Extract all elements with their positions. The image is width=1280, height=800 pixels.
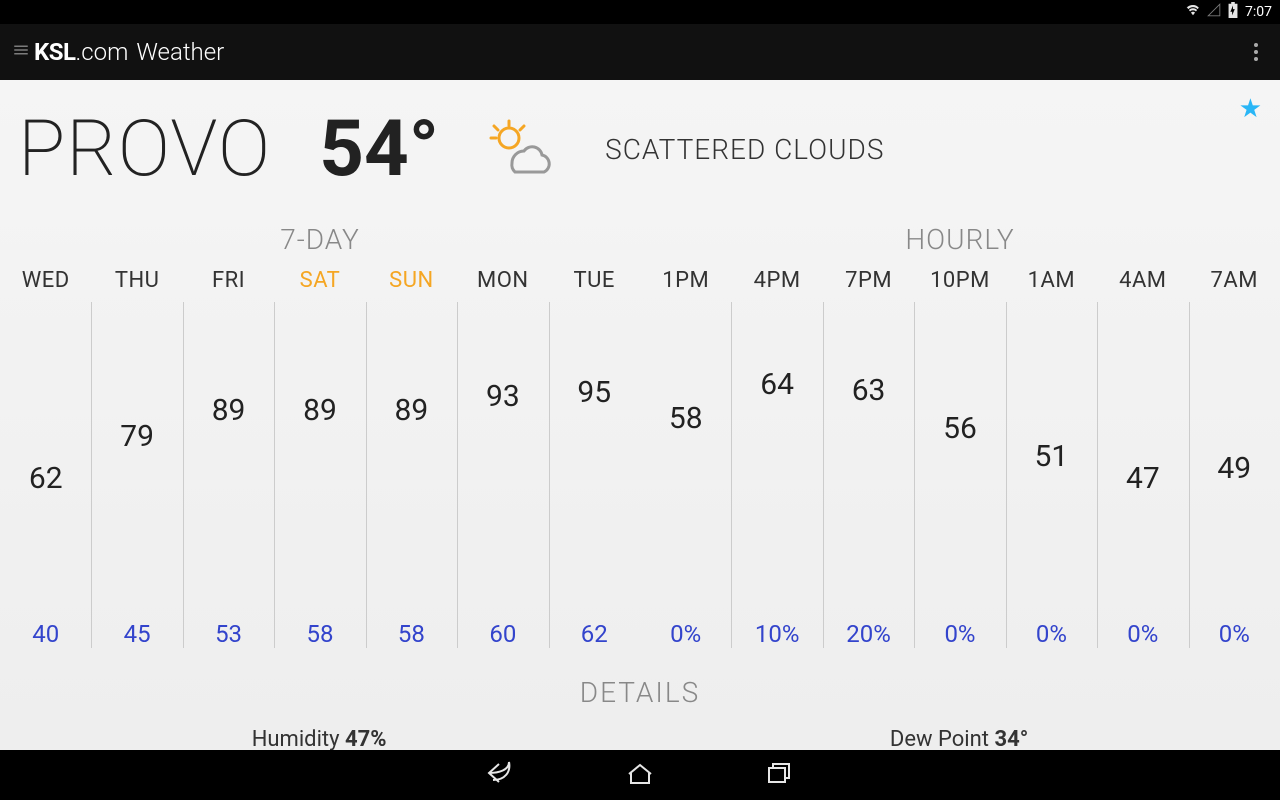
hour-label: 4AM — [1097, 268, 1188, 293]
precip-pct: 0% — [1036, 620, 1067, 648]
hour-temp: 64 — [731, 367, 822, 402]
content-area: ★ PROVO 54° SCATTERED CLOUDS 7-DAY WED 62… — [0, 80, 1280, 750]
hour-column[interactable]: 7PM 63 20% — [823, 268, 914, 648]
hour-temp: 58 — [640, 401, 731, 436]
high-temp: 95 — [549, 375, 640, 410]
precip-pct: 10% — [755, 620, 800, 648]
hour-temp: 63 — [823, 373, 914, 408]
app-bar: KSL.com Weather — [0, 24, 1280, 80]
low-temp: 45 — [124, 620, 151, 648]
day-column[interactable]: WED 62 40 — [0, 268, 91, 648]
hour-column[interactable]: 10PM 56 0% — [914, 268, 1005, 648]
hour-temp: 56 — [914, 411, 1005, 446]
humidity: Humidity 47% — [252, 727, 387, 752]
back-button-icon[interactable] — [485, 760, 515, 790]
hour-label: 1PM — [640, 268, 731, 293]
status-bar: 7:07 — [0, 0, 1280, 24]
condition-text: SCATTERED CLOUDS — [605, 133, 884, 166]
app-title: KSL.com Weather — [34, 38, 224, 66]
hourly-section: HOURLY 1PM580%4PM6410%7PM6320%10PM560%1A… — [640, 223, 1280, 648]
signal-icon — [1207, 3, 1221, 21]
day-label: MON — [457, 268, 548, 293]
hour-label: 7AM — [1189, 268, 1280, 293]
high-temp: 79 — [91, 419, 182, 454]
high-temp: 89 — [183, 393, 274, 428]
day-label: THU — [91, 268, 182, 293]
high-temp: 89 — [366, 393, 457, 428]
details-title: DETAILS — [0, 676, 1280, 709]
hour-column[interactable]: 7AM 49 0% — [1189, 268, 1280, 648]
battery-icon — [1227, 2, 1239, 22]
wifi-icon — [1185, 3, 1201, 21]
high-temp: 93 — [457, 379, 548, 414]
day-column[interactable]: FRI 89 53 — [183, 268, 274, 648]
current-conditions: PROVO 54° SCATTERED CLOUDS — [0, 80, 1280, 223]
seven-day-title: 7-DAY — [0, 223, 640, 256]
hour-label: 4PM — [731, 268, 822, 293]
high-temp: 89 — [274, 393, 365, 428]
favorite-star-icon[interactable]: ★ — [1239, 94, 1262, 124]
low-temp: 58 — [398, 620, 425, 648]
hour-label: 1AM — [1006, 268, 1097, 293]
day-label: SAT — [274, 268, 365, 293]
day-label: WED — [0, 268, 91, 293]
day-column[interactable]: TUE 95 62 — [549, 268, 640, 648]
recent-apps-icon[interactable] — [765, 760, 795, 790]
hour-temp: 49 — [1189, 451, 1280, 486]
hour-column[interactable]: 1PM 58 0% — [640, 268, 731, 648]
precip-pct: 0% — [944, 620, 975, 648]
precip-pct: 0% — [670, 620, 701, 648]
hour-column[interactable]: 1AM 51 0% — [1006, 268, 1097, 648]
day-column[interactable]: SUN 89 58 — [366, 268, 457, 648]
menu-icon[interactable] — [12, 41, 30, 63]
seven-day-section: 7-DAY WED 62 40 THU 79 45 FRI 89 53 SAT 89 58 SUN 89 5… — [0, 223, 640, 648]
low-temp: 62 — [581, 620, 608, 648]
low-temp: 40 — [32, 620, 59, 648]
details-row: Humidity 47% Dew Point 34° — [0, 727, 1280, 752]
day-label: FRI — [183, 268, 274, 293]
low-temp: 58 — [306, 620, 333, 648]
hour-temp: 47 — [1097, 461, 1188, 496]
current-temp: 54° — [319, 104, 439, 195]
day-column[interactable]: SAT 89 58 — [274, 268, 365, 648]
day-label: SUN — [366, 268, 457, 293]
city-name: PROVO — [18, 104, 271, 195]
day-column[interactable]: MON 93 60 — [457, 268, 548, 648]
hour-label: 7PM — [823, 268, 914, 293]
low-temp: 60 — [489, 620, 516, 648]
hourly-title: HOURLY — [640, 223, 1280, 256]
home-button-icon[interactable] — [625, 760, 655, 790]
status-time: 7:07 — [1245, 4, 1272, 20]
hour-column[interactable]: 4PM 64 10% — [731, 268, 822, 648]
hour-label: 10PM — [914, 268, 1005, 293]
precip-pct: 0% — [1127, 620, 1158, 648]
dew-point: Dew Point 34° — [890, 727, 1028, 752]
precip-pct: 20% — [846, 620, 891, 648]
nav-bar — [0, 750, 1280, 800]
high-temp: 62 — [0, 461, 91, 496]
hour-temp: 51 — [1006, 439, 1097, 474]
low-temp: 53 — [215, 620, 242, 648]
day-column[interactable]: THU 79 45 — [91, 268, 182, 648]
hour-column[interactable]: 4AM 47 0% — [1097, 268, 1188, 648]
precip-pct: 0% — [1219, 620, 1250, 648]
overflow-menu-icon[interactable] — [1244, 43, 1268, 61]
day-label: TUE — [549, 268, 640, 293]
scattered-clouds-icon — [487, 118, 557, 182]
